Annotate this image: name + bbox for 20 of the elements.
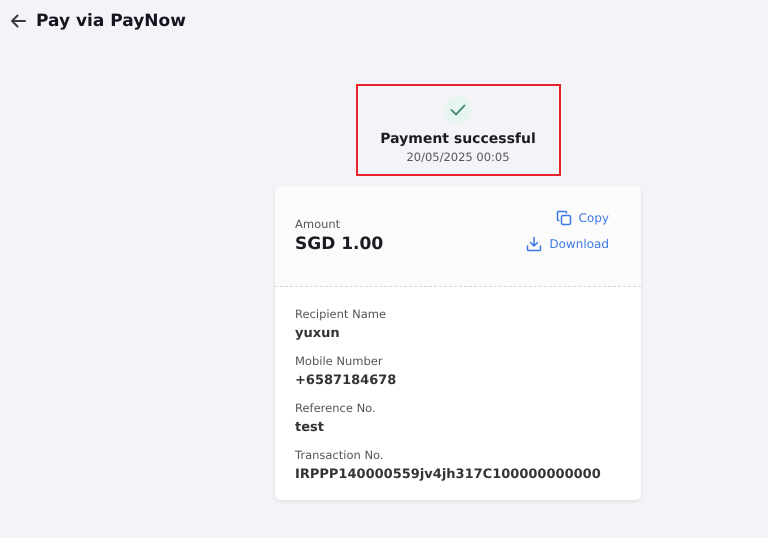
amount-label: Amount [295, 217, 342, 231]
field-value: IRPPP140000559jv4jh317C100000000000 [295, 467, 602, 482]
copy-button[interactable]: Copy [556, 210, 609, 226]
copy-icon [556, 210, 572, 226]
checkmark-icon [450, 104, 466, 116]
field-label: Reference No. [295, 401, 377, 415]
page-title: Pay via PayNow [36, 11, 186, 31]
back-arrow-icon [10, 14, 26, 28]
status-title: Payment successful [380, 131, 536, 147]
back-button[interactable] [10, 14, 26, 28]
field-value: yuxun [295, 326, 341, 341]
download-icon [526, 236, 542, 252]
download-button[interactable]: Download [526, 236, 609, 252]
field-value: +6587184678 [295, 373, 398, 388]
field-label: Recipient Name [295, 307, 388, 321]
field-value: test [295, 420, 325, 435]
status-datetime: 20/05/2025 00:05 [406, 150, 510, 164]
field-label: Transaction No. [295, 448, 385, 462]
field-label: Mobile Number [295, 354, 384, 368]
amount-value: SGD 1.00 [295, 234, 384, 254]
